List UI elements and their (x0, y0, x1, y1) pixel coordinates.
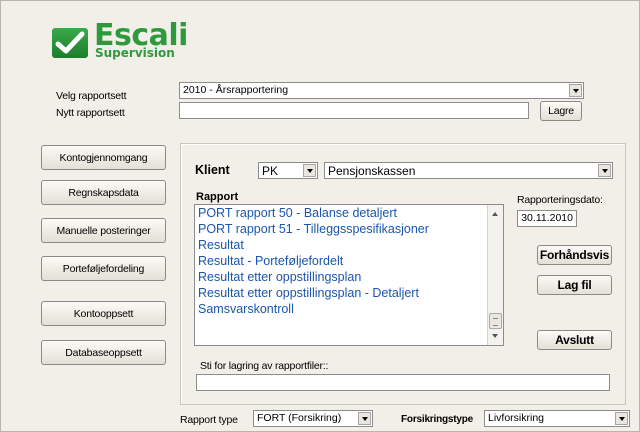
rapport-label: Rapport (196, 191, 239, 203)
velg-rapportsett-value: 2010 - Årsrapportering (183, 84, 289, 96)
list-item[interactable]: Resultat etter oppstillingsplan (195, 269, 503, 285)
sti-input[interactable] (196, 374, 610, 391)
forhandsvis-button[interactable]: Forhåndsvis (537, 245, 612, 265)
sidebar-item-portefoljefordeling[interactable]: Porteføljefordeling (41, 256, 166, 281)
rapport-type-value: FORT (Forsikring) (257, 412, 342, 424)
forsikringstype-value: Livforsikring (488, 412, 545, 424)
sidebar-item-manuelle-posteringer[interactable]: Manuelle posteringer (41, 218, 166, 243)
rapporteringsdato-input[interactable]: 30.11.2010 (517, 210, 577, 227)
klient-name-value: Pensjonskassen (328, 164, 416, 178)
report-list-scrollbar[interactable] (487, 205, 503, 345)
chevron-down-icon[interactable] (569, 84, 582, 97)
klient-code-value: PK (262, 164, 279, 178)
klient-code-select[interactable]: PK (258, 162, 318, 179)
lag-fil-button[interactable]: Lag fil (537, 275, 612, 295)
nytt-rapportsett-label: Nytt rapportsett (56, 107, 125, 119)
chevron-down-icon[interactable] (303, 164, 316, 177)
sidebar-item-kontooppsett[interactable]: Kontooppsett (41, 301, 166, 326)
chevron-down-icon[interactable] (358, 412, 371, 425)
velg-rapportsett-label: Velg rapportsett (56, 90, 127, 102)
sti-label: Sti for lagring av rapportfiler:: (200, 360, 329, 372)
klient-name-select[interactable]: Pensjonskassen (324, 162, 613, 179)
checkmark-icon (52, 28, 88, 58)
escali-logo: Escali Supervision (52, 18, 192, 60)
list-item[interactable]: PORT rapport 50 - Balanse detaljert (195, 205, 503, 221)
list-item[interactable]: PORT rapport 51 - Tilleggsspesifikasjone… (195, 221, 503, 237)
scroll-thumb[interactable] (489, 313, 502, 329)
klient-label: Klient (195, 163, 230, 177)
forsikringstype-label: Forsikringstype (401, 414, 474, 425)
nytt-rapportsett-input[interactable] (179, 102, 529, 119)
scroll-down-icon[interactable] (488, 329, 503, 343)
report-list[interactable]: PORT rapport 50 - Balanse detaljert PORT… (194, 204, 504, 346)
rapport-type-select[interactable]: FORT (Forsikring) (253, 410, 373, 427)
lagre-button[interactable]: Lagre (540, 101, 582, 121)
rapport-type-label: Rapport type (180, 414, 238, 426)
sidebar-item-databaseoppsett[interactable]: Databaseoppsett (41, 340, 166, 365)
brand-subtitle: Supervision (95, 46, 175, 60)
list-item[interactable]: Resultat (195, 237, 503, 253)
sidebar-item-regnskapsdata[interactable]: Regnskapsdata (41, 180, 166, 205)
velg-rapportsett-select[interactable]: 2010 - Årsrapportering (179, 82, 584, 99)
chevron-down-icon[interactable] (598, 164, 611, 177)
list-item[interactable]: Resultat etter oppstillingsplan - Detalj… (195, 285, 503, 301)
scroll-up-icon[interactable] (488, 207, 503, 221)
forsikringstype-select[interactable]: Livforsikring (484, 410, 630, 427)
sidebar-item-kontogjennomgang[interactable]: Kontogjennomgang (41, 145, 166, 170)
avslutt-button[interactable]: Avslutt (537, 330, 612, 350)
rapporteringsdato-label: Rapporteringsdato: (517, 194, 603, 206)
chevron-down-icon[interactable] (615, 412, 628, 425)
list-item[interactable]: Samsvarskontroll (195, 301, 503, 317)
list-item[interactable]: Resultat - Porteføljefordelt (195, 253, 503, 269)
